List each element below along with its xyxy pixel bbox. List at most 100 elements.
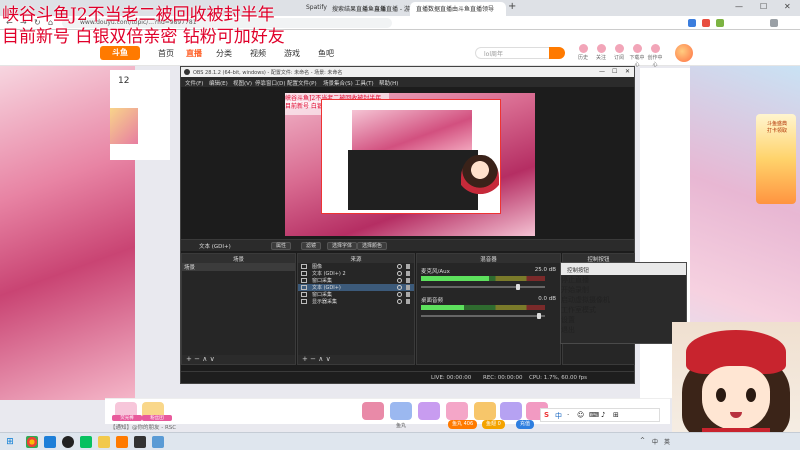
obs-minimize-button[interactable]: —	[599, 68, 605, 75]
terminal-icon[interactable]	[134, 436, 146, 448]
menu-help[interactable]: 帮助(H)	[379, 79, 398, 87]
gift-icon[interactable]	[390, 402, 412, 420]
follow-icon[interactable]: 关注	[593, 44, 609, 61]
nav-category[interactable]: 分类	[216, 48, 232, 59]
subscribe-icon[interactable]: 订阅	[611, 44, 627, 61]
edge-icon[interactable]	[44, 436, 56, 448]
extension-icon[interactable]	[702, 19, 710, 27]
douyu-logo[interactable]: 斗鱼	[100, 46, 140, 60]
search-button[interactable]	[549, 47, 565, 59]
close-button[interactable]: ✕	[784, 2, 791, 11]
obs-close-button[interactable]: ✕	[625, 68, 630, 75]
gift-icon[interactable]	[418, 402, 440, 420]
source-item[interactable]: 文本 (GDI+) 2	[298, 270, 414, 277]
up-icon[interactable]: ∧	[318, 355, 323, 363]
source-item[interactable]: 图像	[298, 263, 414, 270]
nav-fishbar[interactable]: 鱼吧	[318, 48, 334, 59]
minimize-button[interactable]: —	[735, 2, 743, 11]
add-icon[interactable]: +	[302, 355, 308, 363]
lock-icon[interactable]	[406, 264, 410, 269]
fish-fin-count[interactable]: 鱼翅 0	[482, 420, 505, 429]
volume-slider[interactable]	[421, 313, 545, 319]
source-item-selected[interactable]: 文本 (GDI+)	[298, 284, 414, 291]
add-icon[interactable]: +	[186, 355, 192, 363]
down-icon[interactable]: ∨	[326, 355, 331, 363]
search-input[interactable]: lol周年	[475, 47, 555, 59]
nav-video[interactable]: 视频	[250, 48, 266, 59]
sogou-icon[interactable]: S	[544, 411, 549, 419]
source-item[interactable]: 窗口采集	[298, 291, 414, 298]
menu-view[interactable]: 视图(V)	[233, 79, 252, 87]
streamer-avatar[interactable]	[110, 108, 138, 144]
properties-button[interactable]: 属性	[271, 242, 292, 250]
ime-punct-icon[interactable]: ·	[567, 411, 569, 419]
ime-keyboard-icon[interactable]: ⌨	[589, 411, 599, 419]
tray-ime-chinese[interactable]: 中	[652, 437, 658, 446]
remove-icon[interactable]: −	[194, 355, 200, 363]
maximize-button[interactable]: ☐	[760, 2, 767, 11]
eye-icon[interactable]	[397, 271, 402, 276]
lock-icon[interactable]	[406, 292, 410, 297]
file-explorer-icon[interactable]	[98, 436, 110, 448]
user-avatar[interactable]	[675, 44, 693, 62]
source-item[interactable]: 显示器采集	[298, 298, 414, 305]
creator-icon[interactable]: 创作中心	[647, 44, 663, 68]
nav-live[interactable]: 直播	[186, 48, 202, 59]
obs-maximize-button[interactable]: ☐	[612, 68, 617, 75]
ime-voice-icon[interactable]: ♪	[601, 411, 605, 419]
tray-ime-english[interactable]: 英	[664, 437, 670, 446]
fish-ball-count[interactable]: 鱼丸 406	[448, 420, 478, 429]
menu-docks[interactable]: 停靠窗口(D)	[255, 79, 286, 87]
history-icon[interactable]: 历史	[575, 44, 591, 61]
tray-expand-icon[interactable]: ^	[640, 437, 645, 444]
douyu-icon[interactable]	[116, 436, 128, 448]
filters-button[interactable]: 滤镜	[301, 242, 322, 250]
lock-icon[interactable]	[406, 285, 410, 290]
settings-button[interactable]: 设置	[561, 315, 686, 325]
gift-icon[interactable]	[446, 402, 468, 420]
menu-profile[interactable]: 配置文件(P)	[287, 79, 317, 87]
volume-slider[interactable]	[421, 284, 545, 290]
gift-icon[interactable]	[362, 402, 384, 420]
ime-toolbox-icon[interactable]: ⊞	[613, 411, 619, 419]
select-color-button[interactable]: 选择颜色	[357, 242, 388, 250]
extension-icon[interactable]	[716, 19, 724, 27]
eye-icon[interactable]	[397, 264, 402, 269]
remove-icon[interactable]: −	[310, 355, 316, 363]
recharge-button[interactable]: 充值	[516, 420, 535, 429]
source-item[interactable]: 窗口采集	[298, 277, 414, 284]
lock-icon[interactable]	[406, 278, 410, 283]
menu-scene-collection[interactable]: 场景集合(S)	[323, 79, 353, 87]
extension-icon[interactable]	[688, 19, 696, 27]
eye-icon[interactable]	[397, 292, 402, 297]
nav-home[interactable]: 首页	[158, 48, 174, 59]
ime-emoji-icon[interactable]: ☺	[577, 411, 584, 419]
notepad-icon[interactable]	[152, 436, 164, 448]
start-recording-button[interactable]: 开始录制	[561, 285, 686, 295]
up-icon[interactable]: ∧	[202, 355, 207, 363]
studio-mode-button[interactable]: 工作室模式	[561, 305, 686, 315]
exit-button[interactable]: 退出	[561, 325, 686, 335]
wechat-icon[interactable]	[80, 436, 92, 448]
menu-icon[interactable]	[770, 19, 778, 27]
windows-start-icon[interactable]: ⊞	[4, 436, 16, 448]
lock-icon[interactable]	[406, 271, 410, 276]
start-virtual-camera-button[interactable]: 启动虚拟摄像机	[561, 295, 686, 305]
eye-icon[interactable]	[397, 285, 402, 290]
down-icon[interactable]: ∨	[210, 355, 215, 363]
gift-icon[interactable]	[500, 402, 522, 420]
nav-games[interactable]: 游戏	[284, 48, 300, 59]
eye-icon[interactable]	[397, 278, 402, 283]
browser-tab-active[interactable]: 直播数据直播由斗鱼直播领导	[410, 2, 506, 16]
select-font-button[interactable]: 选择字体	[327, 242, 358, 250]
menu-file[interactable]: 文件(F)	[185, 79, 203, 87]
eye-icon[interactable]	[397, 299, 402, 304]
menu-edit[interactable]: 编辑(E)	[209, 79, 228, 87]
lock-icon[interactable]	[406, 299, 410, 304]
download-icon[interactable]: 下载中心	[629, 44, 645, 68]
menu-tools[interactable]: 工具(T)	[355, 79, 374, 87]
obs-preview[interactable]: 峡谷斗鱼J2不当老二被回收被封半年 目前新号 白银双倍亲密 钻粉可加好友	[285, 93, 535, 236]
scene-item[interactable]: 场景	[182, 263, 295, 271]
obs-icon[interactable]	[62, 436, 74, 448]
stop-streaming-button[interactable]: 停止直播	[561, 275, 686, 285]
